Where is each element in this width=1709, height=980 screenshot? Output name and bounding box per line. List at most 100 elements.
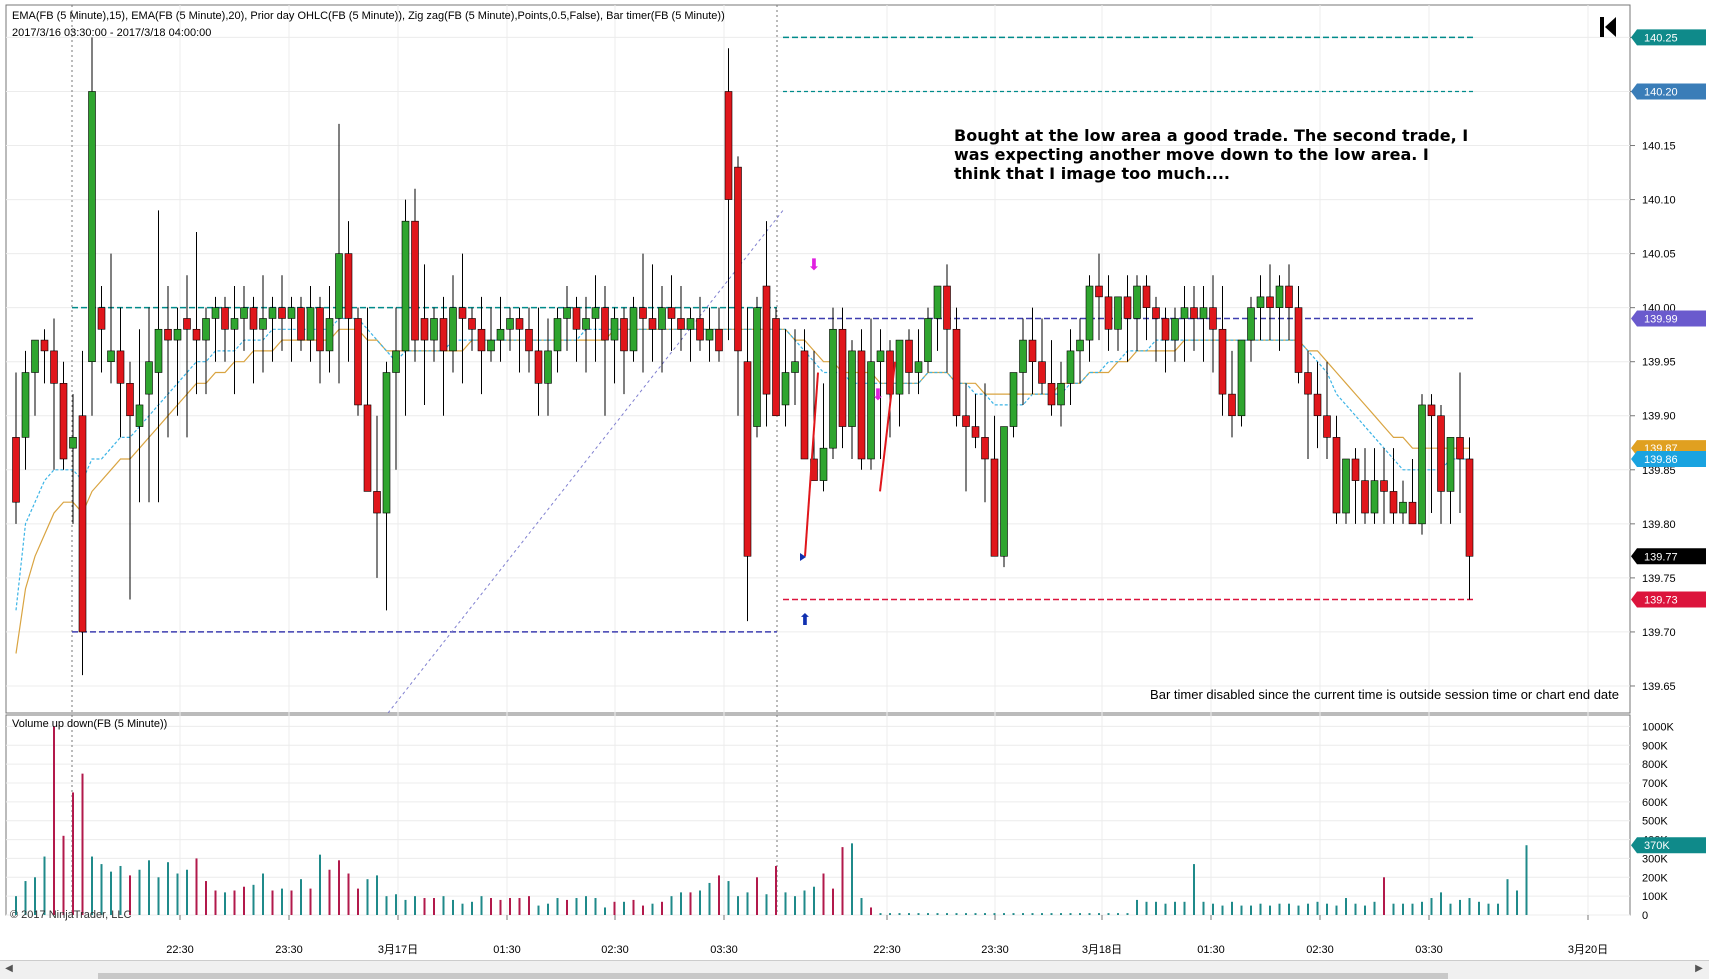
- time-tick-label: 02:30: [1306, 944, 1334, 956]
- candle-body: [12, 437, 20, 503]
- candle-body: [59, 383, 68, 460]
- candle: [829, 307, 837, 459]
- candle-body: [639, 307, 647, 319]
- candle-body: [40, 339, 49, 352]
- candle-body: [1133, 285, 1141, 319]
- candle-body: [705, 328, 714, 341]
- candle-body: [544, 350, 552, 384]
- candle-body: [981, 437, 989, 460]
- candle-body: [743, 361, 752, 557]
- candle-body: [1190, 307, 1198, 319]
- price-marker-label: 139.99: [1644, 313, 1678, 325]
- candle-body: [230, 318, 239, 330]
- candle: [354, 307, 362, 416]
- time-tick-label: 3月18日: [1082, 944, 1122, 956]
- price-tick-label: 140.10: [1642, 195, 1676, 207]
- candle-body: [572, 307, 581, 330]
- candle-body: [135, 404, 144, 427]
- candle-body: [876, 350, 885, 363]
- candle-body: [924, 318, 932, 363]
- candle-body: [21, 372, 30, 438]
- candle-body: [1437, 415, 1445, 492]
- price-marker-label: 140.25: [1644, 32, 1678, 44]
- candle-body: [1332, 437, 1341, 514]
- candle-body: [69, 437, 77, 449]
- candle-body: [1180, 307, 1189, 319]
- candle-body: [487, 339, 495, 352]
- candle-body: [658, 307, 666, 330]
- candle-body: [1408, 501, 1417, 525]
- candle-body: [582, 318, 590, 330]
- candle-body: [762, 285, 771, 395]
- candle-body: [468, 318, 476, 330]
- price-marker: 140.25: [1631, 29, 1706, 46]
- candle-body: [1418, 404, 1426, 525]
- candle-body: [392, 350, 400, 373]
- candle-body: [1323, 415, 1331, 438]
- candle-body: [1161, 318, 1170, 341]
- candle-body: [667, 307, 676, 319]
- price-marker: 140.20: [1631, 83, 1706, 100]
- candle-body: [192, 328, 201, 341]
- candle-body: [601, 307, 609, 341]
- candle: [88, 37, 96, 416]
- candle-body: [591, 307, 600, 319]
- candle-body: [677, 318, 685, 330]
- candle-body: [287, 307, 296, 319]
- candle-body: [1076, 339, 1084, 352]
- candle-body: [401, 220, 410, 352]
- skip-to-start-icon[interactable]: [1598, 14, 1618, 40]
- candle-body: [97, 307, 106, 330]
- price-marker-label: 139.77: [1644, 551, 1678, 563]
- candle-body: [202, 318, 210, 341]
- candle-body: [363, 404, 372, 492]
- volume-tick-label: 800K: [1642, 759, 1668, 771]
- candle-body: [344, 253, 353, 319]
- price-tick-label: 139.65: [1642, 681, 1676, 693]
- price-marker-label: 370K: [1644, 840, 1670, 852]
- candle-body: [50, 350, 58, 384]
- candle-body: [990, 458, 999, 557]
- volume-tick-label: 200K: [1642, 872, 1668, 884]
- candle-body: [753, 307, 761, 427]
- candle-body: [1256, 296, 1265, 308]
- price-tick-label: 139.75: [1642, 573, 1676, 585]
- volume-tick-label: 100K: [1642, 891, 1668, 903]
- candle-body: [857, 350, 866, 460]
- candle-body: [610, 318, 619, 341]
- candle-body: [943, 285, 951, 330]
- candle-body: [154, 328, 163, 373]
- price-tick-label: 140.05: [1642, 249, 1676, 261]
- candle: [772, 307, 780, 417]
- candle-body: [335, 253, 343, 319]
- volume-panel-title: Volume up down(FB (5 Minute)): [12, 718, 168, 730]
- candle-body: [278, 307, 286, 319]
- candle-body: [1351, 458, 1360, 481]
- candle-body: [696, 318, 704, 341]
- candle-body: [1275, 285, 1284, 308]
- candle-body: [1313, 393, 1322, 417]
- candle-body: [1085, 285, 1094, 341]
- price-tick-label: 139.90: [1642, 411, 1676, 423]
- candle-body: [952, 328, 961, 417]
- candle-body: [78, 415, 87, 633]
- candle-body: [506, 318, 514, 330]
- candle-body: [1095, 285, 1103, 298]
- candle-body: [297, 307, 305, 341]
- volume-tick-label: 300K: [1642, 853, 1668, 865]
- volume-tick-label: 900K: [1642, 740, 1668, 752]
- price-marker: 139.73: [1631, 591, 1706, 608]
- candle-body: [1019, 339, 1027, 373]
- candle-body: [648, 318, 657, 330]
- candle-body: [116, 350, 125, 384]
- candle-body: [525, 328, 533, 352]
- candle-body: [563, 307, 571, 319]
- candle: [753, 296, 761, 438]
- arrow-right-icon[interactable]: ▶: [1692, 961, 1706, 977]
- scrollbar-thumb[interactable]: [98, 973, 1448, 979]
- candle-body: [88, 91, 96, 363]
- trade-note: Bought at the low area a good trade. The…: [954, 126, 1469, 183]
- candle-body: [772, 318, 780, 417]
- time-tick-label: 23:30: [981, 944, 1009, 956]
- arrow-left-icon[interactable]: ◀: [2, 961, 16, 977]
